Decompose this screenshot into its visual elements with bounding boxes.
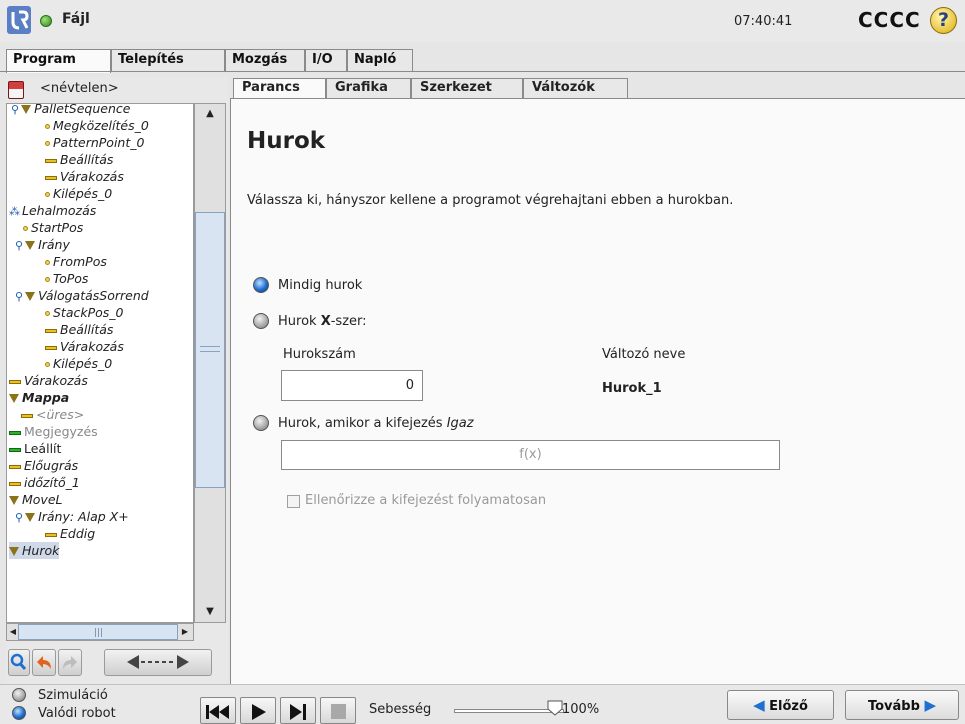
tree-node[interactable]: ⚲ PalletSequence [11,104,130,117]
tree-node[interactable]: Megjegyzés [9,423,98,440]
tree-node[interactable]: StartPos [23,219,83,236]
tree-node[interactable]: Várakozás [45,338,124,355]
radio-loop-times[interactable] [253,313,269,329]
previous-label: Előző [769,699,808,714]
file-menu[interactable]: Fájl [62,11,90,27]
tree-node[interactable]: MoveL [9,491,63,508]
radio-simulation[interactable] [12,688,26,702]
continuous-check-label[interactable]: Ellenőrizze a kifejezést folyamatosan [305,493,546,508]
tree-node[interactable]: ⚲ Irány: Alap X+ [15,508,129,525]
status-dot-icon [40,15,52,27]
tab-move[interactable]: Mozgás [225,49,305,71]
real-robot-label[interactable]: Valódi robot [38,706,116,721]
tab-graphics[interactable]: Grafika [326,78,411,98]
tree-node[interactable]: Beállítás [45,321,113,338]
tree-node[interactable]: StackPos_0 [45,304,124,321]
next-label: Tovább [867,699,920,714]
tab-io[interactable]: I/O [305,49,347,71]
tree-node[interactable]: Mappa [9,389,69,406]
tree-node[interactable]: Kilépés_0 [45,185,112,202]
program-tree[interactable]: ⚲ PalletSequence Megközelítés_0 PatternPo… [6,103,194,623]
expression-input[interactable]: f(x) [281,440,780,470]
loop-count-input[interactable]: 0 [281,370,423,401]
program-name: <névtelen> [40,81,119,96]
tab-installation[interactable]: Telepítés [111,49,225,71]
step-icon[interactable] [280,697,316,724]
tree-node[interactable]: Előugrás [9,457,78,474]
tree-node[interactable]: ⚲ VálogatásSorrend [15,287,149,304]
scroll-left-icon[interactable]: ◀ [8,624,18,640]
tree-node[interactable]: ⚲ Irány [15,236,70,253]
play-icon[interactable] [240,697,276,724]
speed-label: Sebesség [369,702,432,717]
variable-name-value: Hurok_1 [602,381,662,396]
scrollbar-grip: ||| [94,628,104,638]
variable-name-label: Változó neve [602,347,686,362]
tree-node[interactable]: Kilépés_0 [45,355,112,372]
scroll-down-icon[interactable]: ▼ [196,603,224,621]
top-bar [0,0,965,42]
tree-node[interactable]: ⁂ Lehalmozás [9,202,96,219]
robot-name: CCCC [858,8,921,32]
help-icon[interactable]: ? [930,7,957,34]
tree-node[interactable]: FromPos [45,253,107,270]
save-icon[interactable] [8,81,24,99]
tree-node[interactable]: időzítő_1 [9,474,80,491]
redo-icon[interactable] [58,649,82,676]
arrow-left-icon: ◀ [753,696,765,714]
tree-node[interactable]: Megközelítés_0 [45,117,149,134]
continuous-check-checkbox[interactable] [287,495,300,508]
scroll-right-icon[interactable]: ▶ [178,624,192,640]
tree-node[interactable]: PatternPoint_0 [45,134,144,151]
previous-button[interactable]: ◀ Előző [727,690,834,720]
tab-command[interactable]: Parancs [233,78,326,99]
simulation-label[interactable]: Szimuláció [38,688,108,703]
undo-icon[interactable] [32,649,56,676]
radio-always-loop[interactable] [253,277,269,293]
description: Válassza ki, hányszor kellene a programo… [247,193,734,208]
tree-node[interactable]: ToPos [45,270,88,287]
radio-loop-expression[interactable] [253,415,269,431]
skip-back-icon[interactable] [200,697,236,724]
tree-node[interactable]: <üres> [21,406,84,423]
scrollbar-grip [200,346,220,352]
next-button[interactable]: Tovább ▶ [845,690,959,720]
tree-node-selected[interactable]: Hurok [9,542,60,559]
radio-label-always[interactable]: Mindig hurok [278,278,362,293]
tree-node[interactable]: Beállítás [45,151,113,168]
radio-real-robot[interactable] [12,706,26,720]
speed-slider-thumb[interactable] [547,700,563,716]
stop-icon[interactable] [320,697,356,724]
tree-node[interactable]: Várakozás [9,372,88,389]
move-arrows-icon[interactable] [104,649,212,676]
tab-log[interactable]: Napló [347,49,413,71]
ur-logo-icon [7,6,31,34]
tree-node[interactable]: Eddig [45,525,95,542]
clock: 07:40:41 [734,14,793,29]
tab-structure[interactable]: Szerkezet [411,78,523,98]
page-title: Hurok [247,128,326,154]
search-icon[interactable] [8,649,30,676]
tab-divider [0,71,965,72]
tree-node[interactable]: Várakozás [45,168,124,185]
tree-node[interactable]: Leállít [9,440,61,457]
radio-label-times[interactable]: Hurok X-szer: [278,314,367,329]
arrow-right-icon: ▶ [924,696,936,714]
tab-variables[interactable]: Változók [523,78,628,98]
radio-label-expression[interactable]: Hurok, amikor a kifejezés Igaz [278,416,474,431]
tab-program[interactable]: Program [6,49,111,73]
loop-count-label: Hurokszám [283,347,356,362]
scroll-up-icon[interactable]: ▲ [196,105,224,123]
speed-value: 100% [562,702,600,717]
